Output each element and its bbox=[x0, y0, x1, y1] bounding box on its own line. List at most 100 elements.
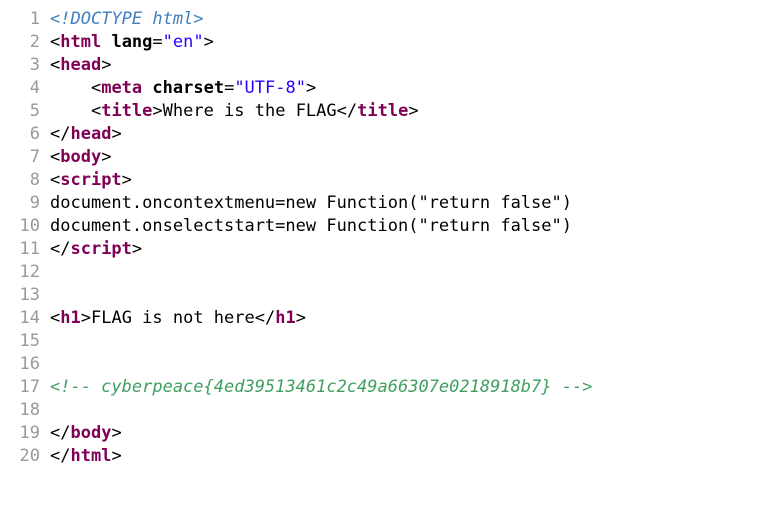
code-token: > bbox=[131, 239, 143, 259]
code-content: <head> bbox=[50, 54, 782, 77]
code-token: body bbox=[60, 147, 102, 167]
code-line: 14 <h1>FLAG is not here</h1> bbox=[0, 307, 782, 330]
code-token: > bbox=[101, 147, 112, 167]
code-token: FLAG is not here bbox=[90, 308, 255, 328]
code-token: </ bbox=[50, 446, 71, 466]
code-line: 10 document.onselectstart=new Function("r… bbox=[0, 215, 782, 238]
line-number: 8 bbox=[29, 170, 40, 190]
code-token: <!DOCTYPE html> bbox=[50, 9, 204, 29]
code-token: body bbox=[70, 423, 112, 443]
line-number: 19 bbox=[19, 423, 40, 443]
code-token: script bbox=[70, 239, 132, 259]
code-content bbox=[50, 353, 782, 376]
line-number: 3 bbox=[29, 55, 40, 75]
code-line: 1 <!DOCTYPE html> bbox=[0, 8, 782, 31]
code-line: 19 </body> bbox=[0, 422, 782, 445]
code-token: = bbox=[224, 78, 235, 98]
code-token: < bbox=[50, 308, 61, 328]
line-number: 9 bbox=[29, 193, 40, 213]
code-token: html bbox=[60, 32, 102, 52]
code-token: </ bbox=[50, 423, 71, 443]
code-token: > bbox=[121, 170, 132, 190]
code-token: > bbox=[408, 101, 419, 121]
code-content: <script> bbox=[50, 169, 782, 192]
code-line: 16 bbox=[0, 353, 782, 376]
code-token: > bbox=[152, 101, 163, 121]
line-number: 10 bbox=[19, 216, 40, 236]
code-token: h1 bbox=[60, 308, 81, 328]
line-number: 14 bbox=[19, 308, 40, 328]
line-number: 6 bbox=[29, 124, 40, 144]
code-token: > bbox=[111, 423, 122, 443]
code-token: < bbox=[90, 78, 102, 98]
code-token: <!-- cyberpeace{4ed39513461c2c49a66307e0… bbox=[50, 377, 593, 397]
code-token: title bbox=[101, 101, 153, 121]
code-content: document.onselectstart=new Function("ret… bbox=[50, 215, 782, 238]
code-content bbox=[50, 284, 782, 307]
code-token: < bbox=[50, 55, 61, 75]
code-line: 12 bbox=[0, 261, 782, 284]
code-token: > bbox=[80, 308, 91, 328]
code-token: </ bbox=[254, 308, 276, 328]
line-number: 2 bbox=[29, 32, 40, 52]
code-token: head bbox=[60, 55, 102, 75]
line-number: 4 bbox=[29, 78, 40, 98]
code-token: < bbox=[90, 101, 102, 121]
code-token: > bbox=[305, 78, 317, 98]
code-content: <html lang="en"> bbox=[50, 31, 782, 54]
code-token: meta bbox=[101, 78, 143, 98]
line-number: 7 bbox=[29, 147, 40, 167]
code-content: <h1>FLAG is not here</h1> bbox=[50, 307, 782, 330]
code-token: head bbox=[70, 124, 112, 144]
code-line: 6 </head> bbox=[0, 123, 782, 146]
code-line: 3 <head> bbox=[0, 54, 782, 77]
code-token: lang bbox=[111, 32, 153, 52]
code-content bbox=[50, 261, 782, 284]
code-content: </head> bbox=[50, 123, 782, 146]
code-line: 11 </script> bbox=[0, 238, 782, 261]
code-token: title bbox=[357, 101, 409, 121]
code-token: Where is the FLAG bbox=[162, 101, 337, 121]
code-token: charset bbox=[152, 78, 225, 98]
code-token: > bbox=[101, 55, 112, 75]
code-line: 17 <!-- cyberpeace{4ed39513461c2c49a66307… bbox=[0, 376, 782, 399]
code-content: <meta charset="UTF-8"> bbox=[50, 77, 782, 100]
code-line: 13 bbox=[0, 284, 782, 307]
line-number: 15 bbox=[19, 331, 40, 351]
line-number: 20 bbox=[19, 446, 40, 466]
code-token: script bbox=[60, 170, 122, 190]
code-line: 2 <html lang="en"> bbox=[0, 31, 782, 54]
line-number: 11 bbox=[19, 239, 40, 259]
line-number: 1 bbox=[29, 9, 40, 29]
code-content: <body> bbox=[50, 146, 782, 169]
code-content bbox=[50, 330, 782, 353]
code-token: < bbox=[50, 32, 61, 52]
code-token: h1 bbox=[275, 308, 296, 328]
line-number: 17 bbox=[19, 377, 40, 397]
code-content: <!-- cyberpeace{4ed39513461c2c49a66307e0… bbox=[50, 376, 782, 399]
code-token: </ bbox=[50, 239, 71, 259]
line-number: 5 bbox=[29, 101, 40, 121]
code-token: "en" bbox=[162, 32, 204, 52]
code-token: > bbox=[111, 446, 122, 466]
code-line: 20 </html> bbox=[0, 445, 782, 468]
code-line: 8 <script> bbox=[0, 169, 782, 192]
line-number: 16 bbox=[19, 354, 40, 374]
code-token: > bbox=[111, 124, 122, 144]
code-token: > bbox=[295, 308, 306, 328]
code-token: </ bbox=[50, 124, 71, 144]
code-token: "UTF-8" bbox=[234, 78, 306, 98]
code-token: = bbox=[152, 32, 163, 52]
code-token: < bbox=[50, 147, 61, 167]
code-content: </script> bbox=[50, 238, 782, 261]
code-line: 15 bbox=[0, 330, 782, 353]
code-token: document.oncontextmenu=new Function("ret… bbox=[50, 193, 572, 213]
code-content: <title>Where is the FLAG</title> bbox=[50, 100, 782, 123]
code-token: </ bbox=[336, 101, 358, 121]
line-number: 12 bbox=[19, 262, 40, 282]
line-number: 13 bbox=[19, 285, 40, 305]
code-content: </html> bbox=[50, 445, 782, 468]
